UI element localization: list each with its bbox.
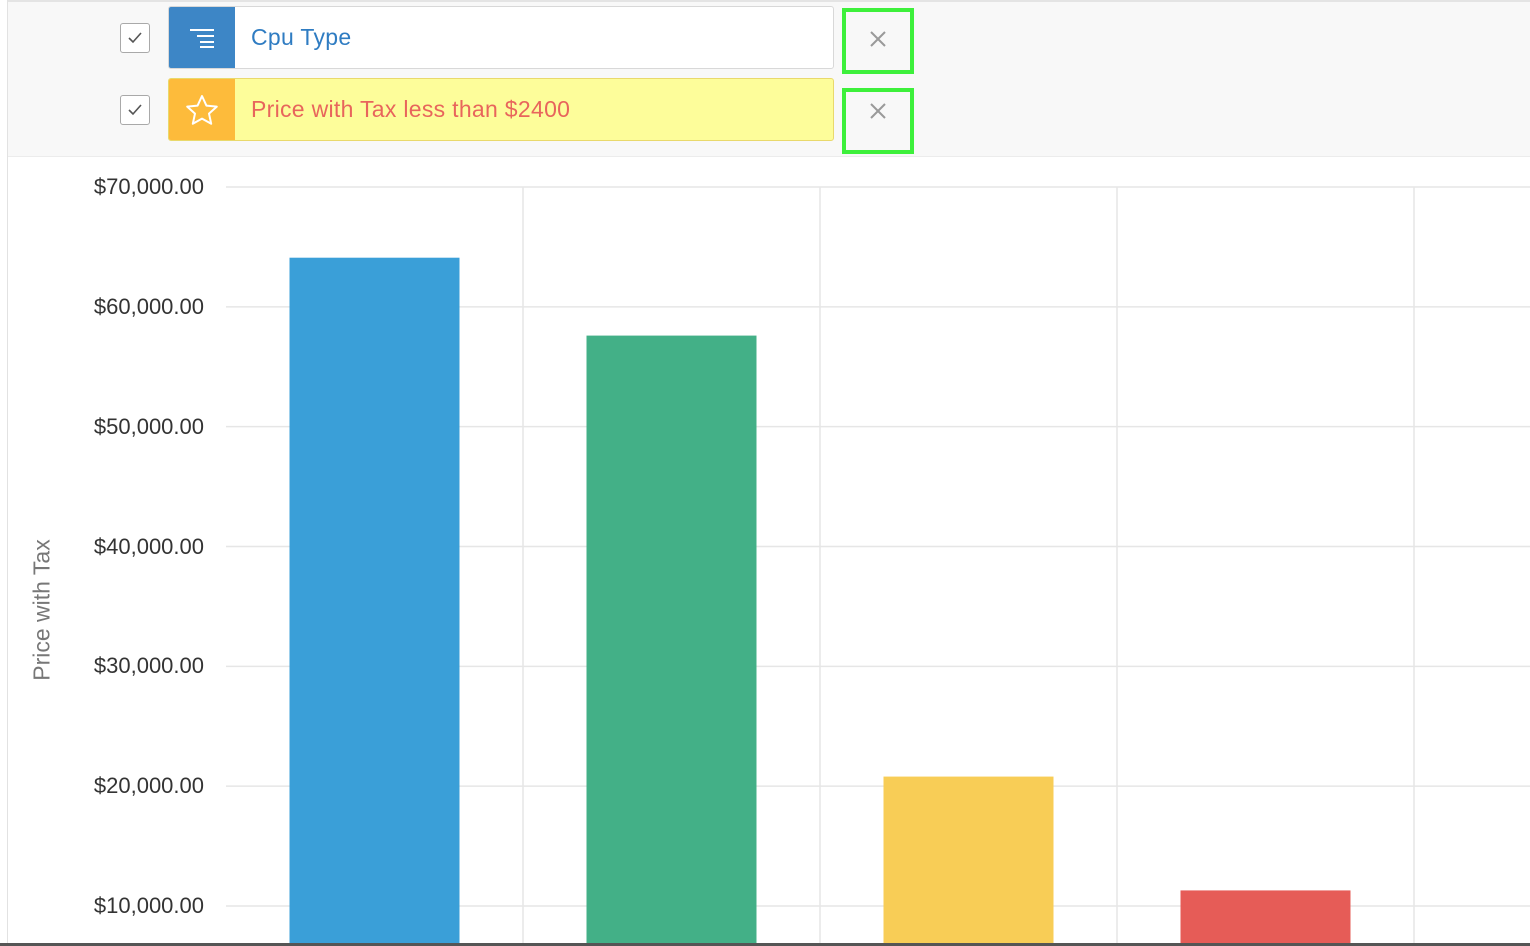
bar[interactable] <box>1180 890 1351 946</box>
filter-chip-price[interactable]: Price with Tax less than $2400 <box>168 78 834 141</box>
filter-panel: Cpu Type Price with Tax less than $2400 <box>8 0 1530 157</box>
y-tick-label: $20,000.00 <box>93 773 204 799</box>
filter-checkbox-cpu-type[interactable] <box>120 23 150 53</box>
y-tick-label: $70,000.00 <box>93 174 204 199</box>
report-view: Cpu Type Price with Tax less than $2400 … <box>0 0 1530 946</box>
close-icon <box>870 31 886 47</box>
bar[interactable] <box>586 335 757 946</box>
star-icon <box>169 79 235 140</box>
chart-plot <box>226 186 1530 946</box>
bar[interactable] <box>289 257 460 946</box>
filter-checkbox-price[interactable] <box>120 95 150 125</box>
remove-filter-button-price[interactable] <box>842 88 914 154</box>
y-tick-label: $10,000.00 <box>93 893 204 918</box>
y-tick-label: $40,000.00 <box>93 533 204 559</box>
remove-filter-button-cpu-type[interactable] <box>842 8 914 74</box>
check-icon <box>128 104 142 116</box>
y-tick-label: $50,000.00 <box>93 413 204 439</box>
bar[interactable] <box>883 776 1054 946</box>
check-icon <box>128 32 142 44</box>
filter-label-price: Price with Tax less than $2400 <box>251 96 571 122</box>
close-icon <box>870 103 886 119</box>
filter-label-cpu-type: Cpu Type <box>251 24 352 50</box>
y-axis-label: Price with Tax <box>28 539 55 681</box>
y-tick-label: $30,000.00 <box>93 653 204 679</box>
list-icon <box>169 7 235 68</box>
filter-chip-cpu-type[interactable]: Cpu Type <box>168 6 834 69</box>
y-tick-label: $60,000.00 <box>93 293 204 319</box>
bar-chart: $10,000.00 $20,000.00 $30,000.00 $40,000.00… <box>0 158 1530 946</box>
